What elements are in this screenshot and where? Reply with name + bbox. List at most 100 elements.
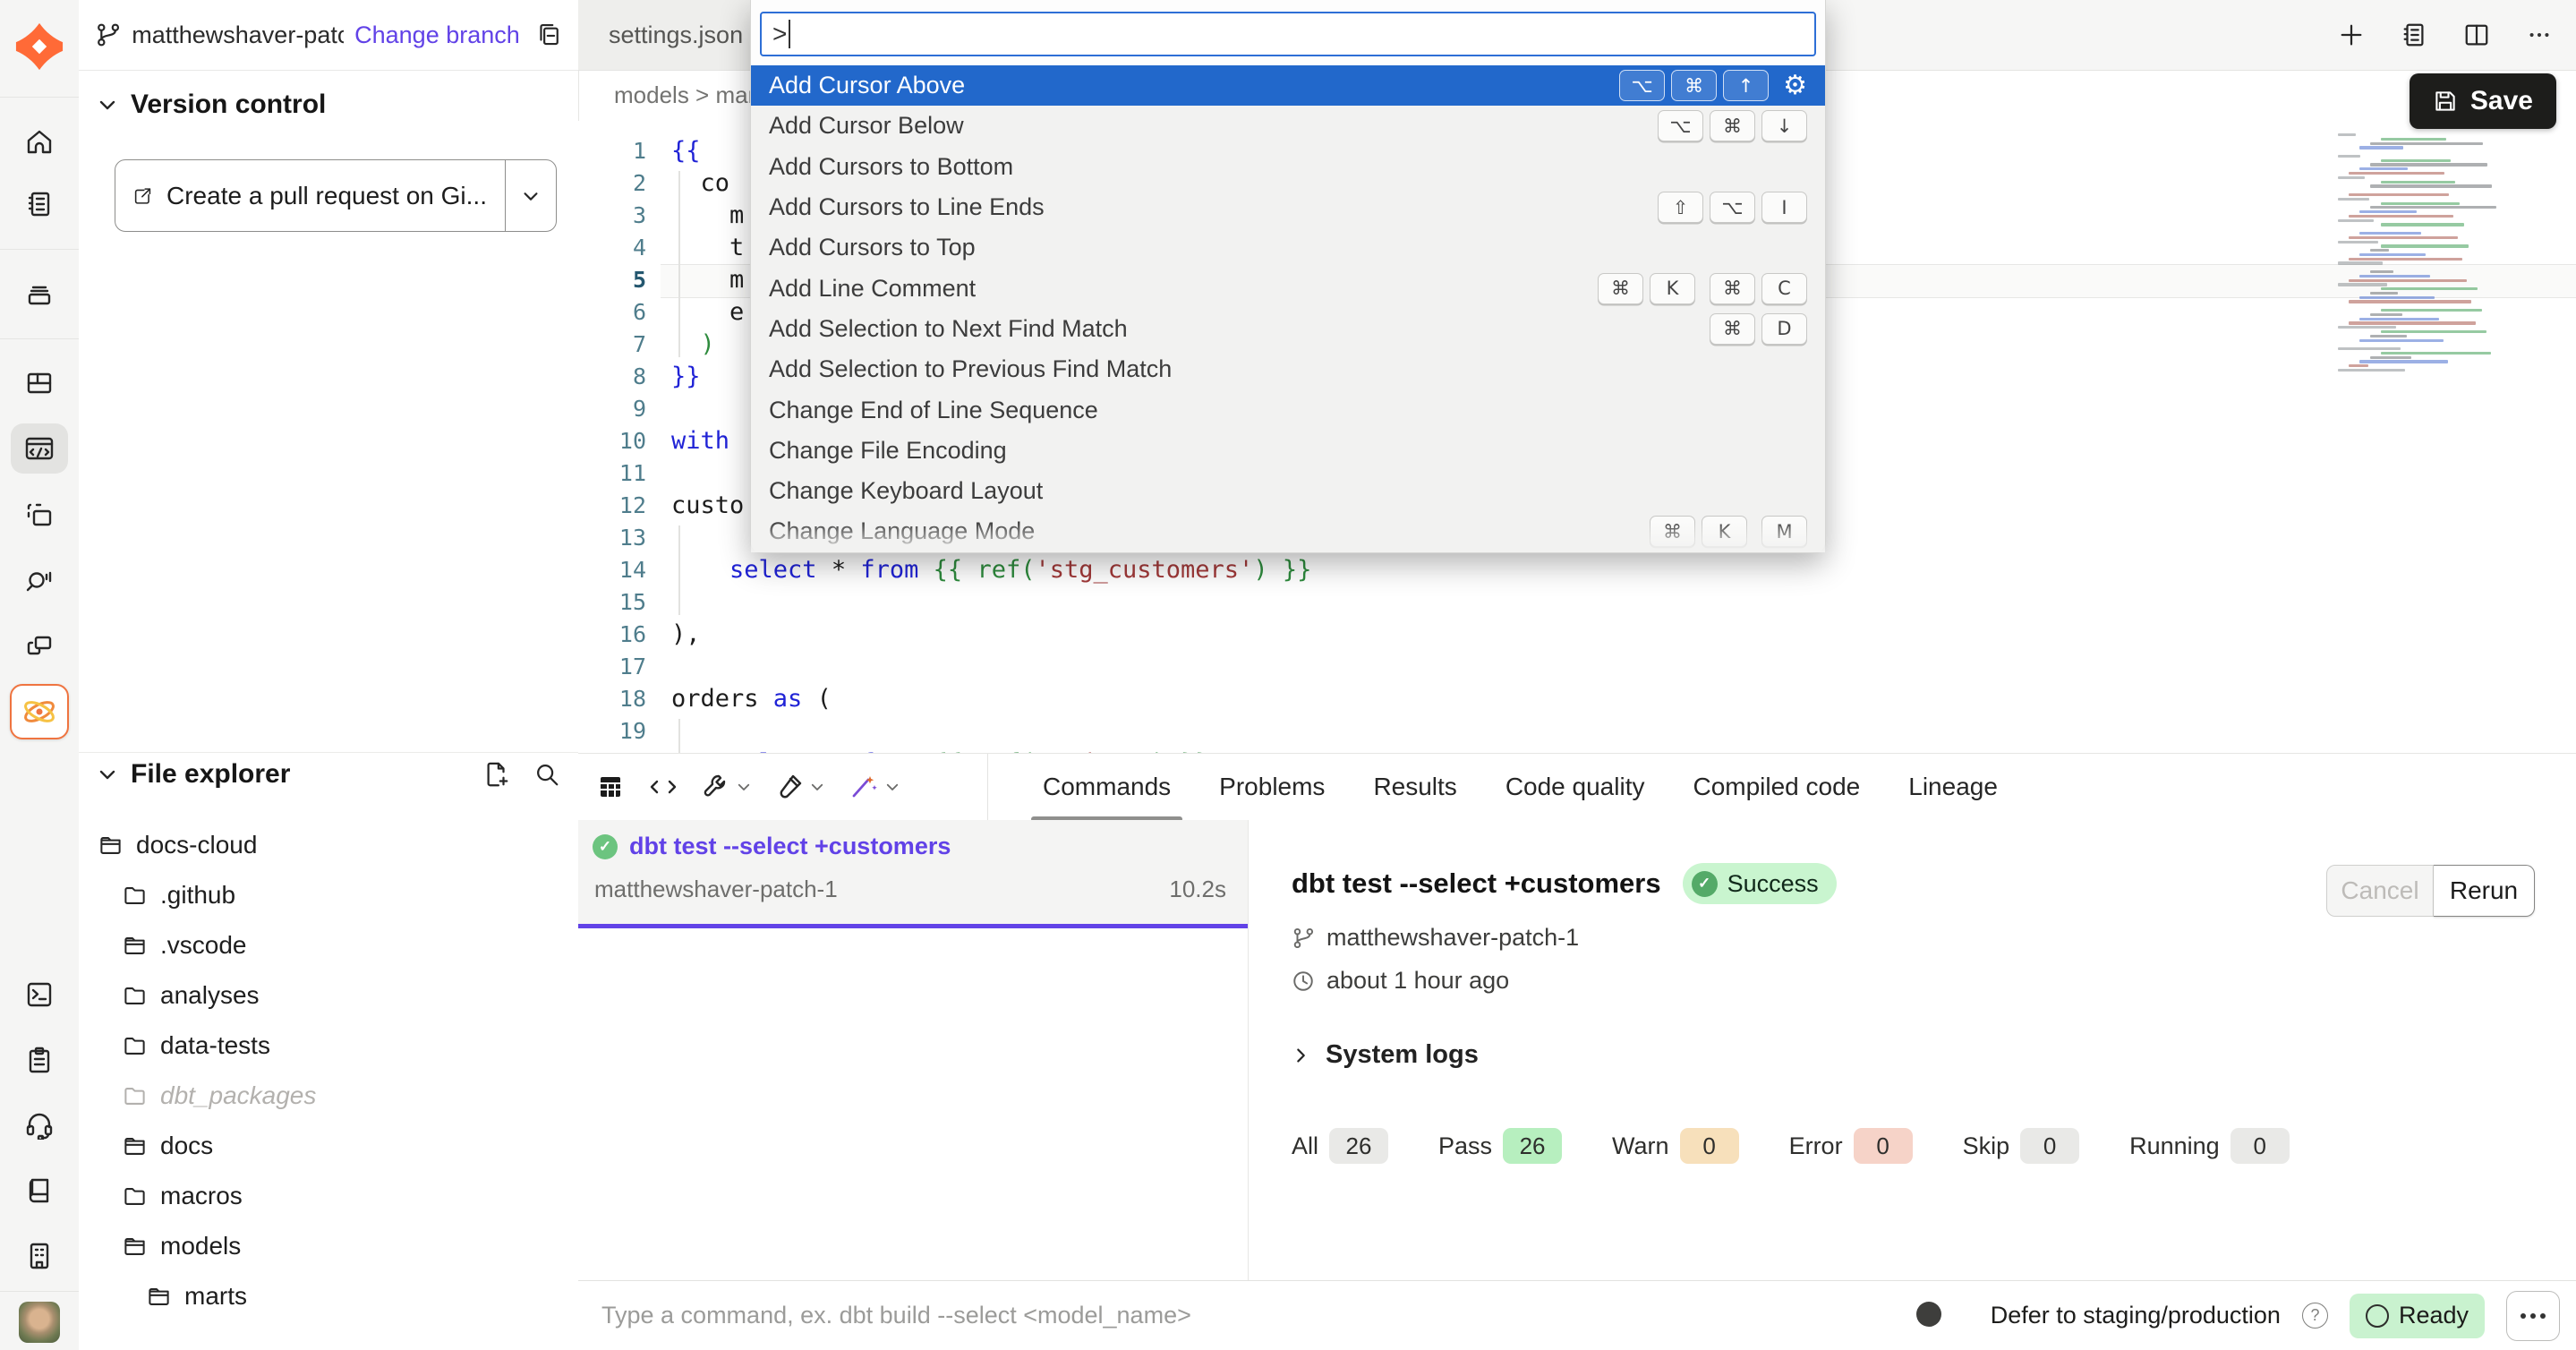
line-number: 6 — [578, 296, 661, 329]
sidebar-item-notebook[interactable] — [11, 179, 68, 229]
ready-circle-icon — [2366, 1304, 2389, 1328]
filter-error[interactable]: Error0 — [1789, 1128, 1913, 1164]
palette-input[interactable]: > — [760, 12, 1816, 56]
filter-pass[interactable]: Pass26 — [1438, 1128, 1562, 1164]
filter-warn[interactable]: Warn0 — [1612, 1128, 1739, 1164]
notebook-panel-icon[interactable] — [2401, 21, 2427, 48]
file-tree-item-.vscode[interactable]: .vscode — [79, 920, 578, 970]
file-tree-item-macros[interactable]: macros — [79, 1171, 578, 1221]
sidebar-item-code-editor[interactable] — [11, 423, 68, 474]
panel-tab-lineage[interactable]: Lineage — [1884, 754, 2022, 820]
sidebar-item-windows[interactable] — [11, 621, 68, 671]
command-label[interactable]: dbt test --select +customers — [629, 833, 951, 860]
split-editor-icon[interactable] — [2463, 21, 2490, 48]
sidebar-item-support[interactable] — [11, 1100, 68, 1150]
palette-item[interactable]: Change Keyboard Layout — [751, 471, 1825, 511]
file-tree-item-analyses[interactable]: analyses — [79, 970, 578, 1021]
line-number: 4 — [578, 232, 661, 264]
palette-item[interactable]: Add Cursors to Top — [751, 227, 1825, 268]
detail-branch: matthewshaver-patch-1 — [1326, 924, 1579, 952]
filter-running[interactable]: Running0 — [2129, 1128, 2290, 1164]
palette-item[interactable]: Change File Encoding — [751, 431, 1825, 471]
panel-tab-code-quality[interactable]: Code quality — [1481, 754, 1669, 820]
search-levels-icon — [25, 567, 54, 595]
key-chip: ↓ — [1761, 110, 1807, 141]
palette-item[interactable]: Add Cursor Above⌥⌘↑⚙ — [751, 65, 1825, 106]
sidebar-item-canvas[interactable] — [11, 491, 68, 541]
windows-overlap-icon — [25, 632, 54, 661]
help-icon[interactable]: ? — [2302, 1303, 2328, 1329]
ready-status-badge[interactable]: Ready — [2350, 1294, 2485, 1338]
dbt-logo[interactable] — [11, 21, 68, 72]
rerun-button[interactable]: Rerun — [2434, 865, 2535, 917]
palette-item[interactable]: Add Line Comment⌘K⌘C — [751, 268, 1825, 308]
cancel-button[interactable]: Cancel — [2326, 865, 2434, 917]
version-control-title: Version control — [131, 90, 326, 120]
sidebar-item-clipboard[interactable] — [11, 1035, 68, 1085]
create-pr-button[interactable]: Create a pull request on Gi... — [115, 159, 557, 232]
new-file-icon[interactable] — [483, 761, 510, 788]
line-number: 14 — [578, 554, 661, 586]
chevron-down-icon — [521, 186, 541, 206]
create-pr-label: Create a pull request on Gi... — [166, 182, 487, 210]
defer-toggle[interactable] — [1914, 1299, 1969, 1332]
chevron-down-icon — [809, 779, 825, 795]
line-number: 18 — [578, 683, 661, 715]
palette-item[interactable]: Add Cursor Below⌥⌘↓ — [751, 106, 1825, 146]
sidebar-item-terminal[interactable] — [11, 970, 68, 1020]
file-tree-item-docs[interactable]: docs — [79, 1121, 578, 1171]
results-table-icon[interactable] — [596, 773, 625, 801]
code-view-icon[interactable] — [648, 773, 678, 801]
user-avatar[interactable] — [19, 1302, 60, 1343]
file-tree: docs-cloud .github.vscodeanalysesdata-tes… — [79, 820, 578, 1350]
palette-item[interactable]: Add Cursors to Bottom — [751, 147, 1825, 187]
palette-item[interactable]: Add Selection to Next Find Match⌘D — [751, 309, 1825, 349]
sidebar-item-projects[interactable] — [11, 269, 68, 320]
drawer-icon — [25, 280, 54, 309]
file-tree-item-docs-cloud[interactable]: docs-cloud — [79, 820, 578, 870]
new-tab-plus-icon[interactable] — [2338, 21, 2365, 48]
command-history-item[interactable]: ✓ dbt test --select +customers matthewsh… — [578, 820, 1248, 928]
panel-tab-commands[interactable]: Commands — [1019, 754, 1195, 820]
palette-item[interactable]: Change End of Line Sequence — [751, 389, 1825, 430]
sidebar-item-organization[interactable] — [11, 1231, 68, 1281]
editor-minimap[interactable] — [2338, 133, 2497, 373]
key-chip: D — [1761, 313, 1807, 345]
file-tree-item-.github[interactable]: .github — [79, 870, 578, 920]
gear-icon[interactable]: ⚙ — [1783, 70, 1807, 101]
panel-tab-problems[interactable]: Problems — [1195, 754, 1349, 820]
overflow-menu-icon[interactable] — [2526, 21, 2553, 48]
palette-item[interactable]: Add Selection to Previous Find Match — [751, 349, 1825, 389]
filter-all[interactable]: All26 — [1292, 1128, 1388, 1164]
folder-name: docs-cloud — [136, 831, 257, 859]
format-menu[interactable] — [775, 773, 825, 801]
panel-tab-compiled-code[interactable]: Compiled code — [1668, 754, 1884, 820]
sidebar-item-docs[interactable] — [11, 1166, 68, 1216]
copy-icon[interactable] — [536, 21, 562, 48]
search-icon[interactable] — [533, 761, 560, 788]
sidebar-item-ai-atom[interactable] — [10, 684, 69, 739]
file-tree-item-models[interactable]: models — [79, 1221, 578, 1271]
filter-skip[interactable]: Skip0 — [1963, 1128, 2080, 1164]
sidebar-item-dashboard[interactable] — [11, 358, 68, 408]
key-chip: C — [1761, 273, 1807, 304]
system-logs-toggle[interactable]: System logs — [1292, 1040, 1479, 1070]
pr-button-dropdown[interactable] — [505, 160, 556, 231]
tab-settings-json[interactable]: settings.json — [578, 0, 774, 70]
save-button[interactable]: Save — [2410, 73, 2556, 129]
build-tools-menu[interactable] — [702, 773, 752, 801]
status-overflow-button[interactable] — [2506, 1291, 2560, 1341]
file-tree-item-dbt_packages[interactable]: dbt_packages — [79, 1071, 578, 1121]
file-tree-item-marts[interactable]: marts — [79, 1271, 578, 1321]
file-tree-item-data-tests[interactable]: data-tests — [79, 1021, 578, 1071]
version-control-header[interactable]: Version control — [97, 90, 326, 120]
key-chip: ⇧ — [1658, 192, 1703, 223]
palette-item[interactable]: Add Cursors to Line Ends⇧⌥I — [751, 187, 1825, 227]
breadcrumb[interactable]: models > mar — [614, 70, 755, 121]
command-input[interactable]: Type a command, ex. dbt build --select <… — [601, 1302, 1191, 1329]
panel-tab-results[interactable]: Results — [1349, 754, 1480, 820]
change-branch-link[interactable]: Change branch — [354, 21, 520, 49]
sidebar-item-query-analysis[interactable] — [11, 556, 68, 606]
ai-assist-menu[interactable] — [849, 773, 900, 801]
sidebar-item-home[interactable] — [11, 117, 68, 167]
